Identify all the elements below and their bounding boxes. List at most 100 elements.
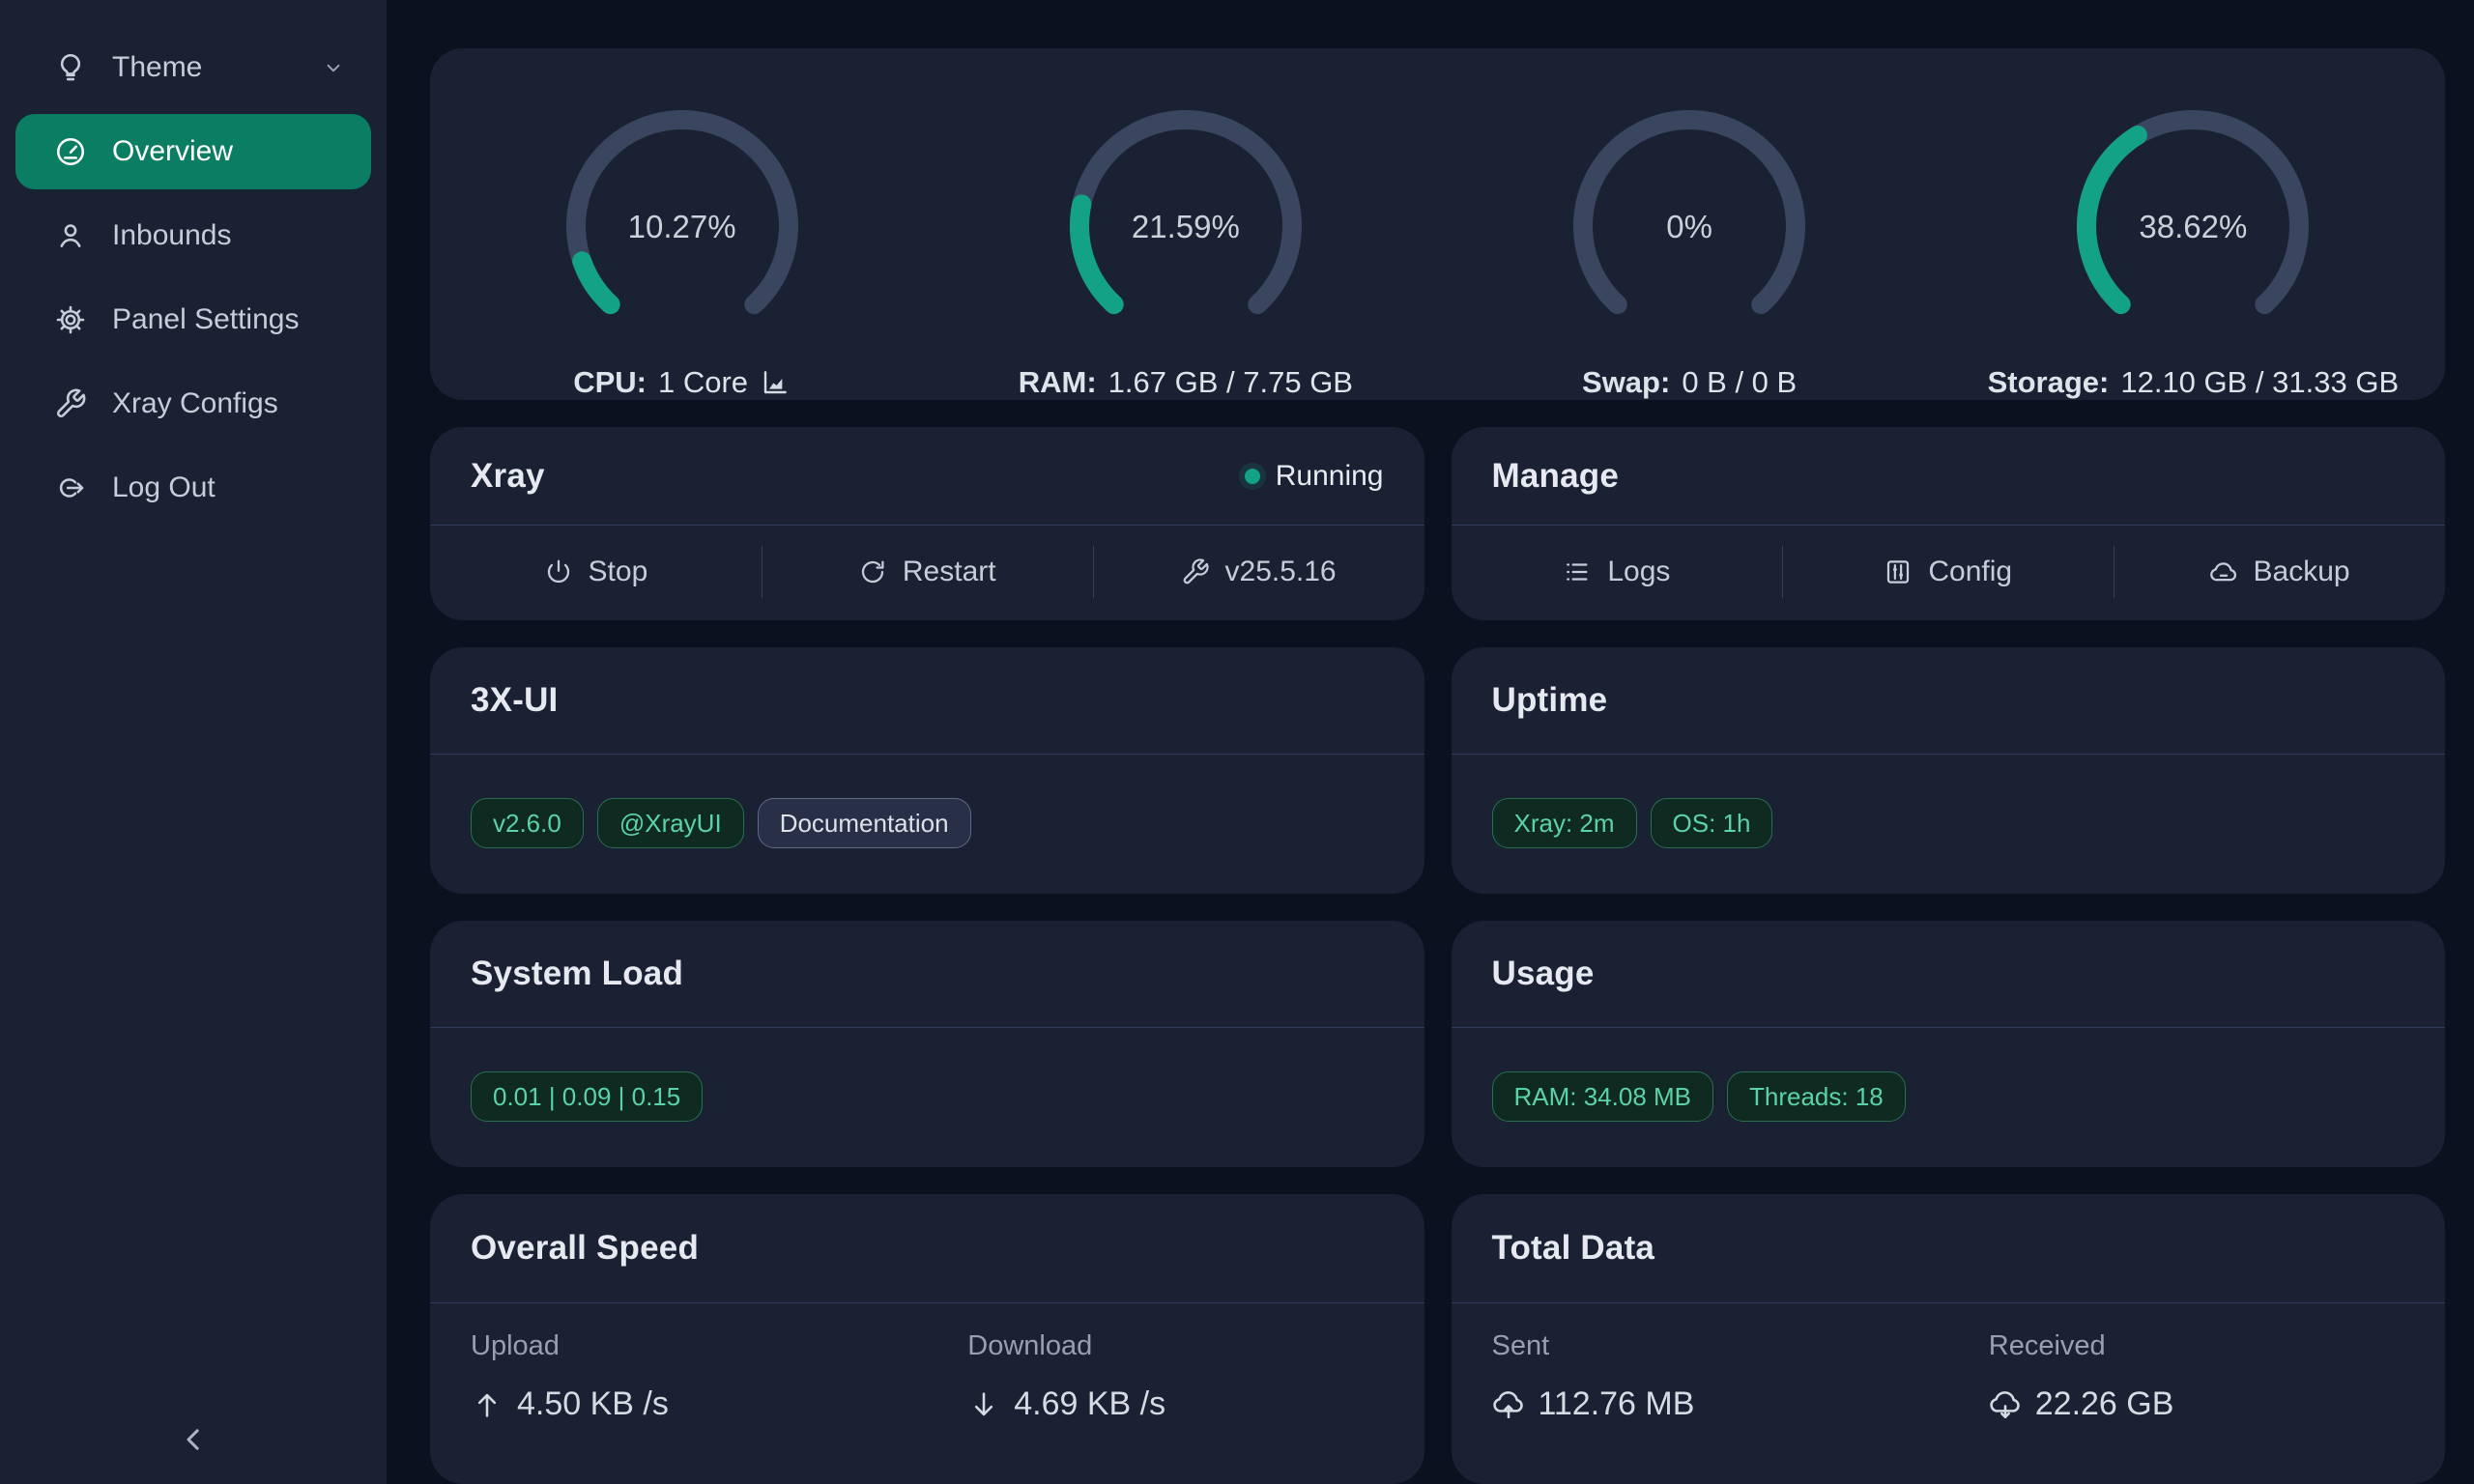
sidebar-item-label: Theme: [112, 51, 202, 84]
tag-list: v2.6.0 @XrayUI Documentation: [430, 755, 1424, 892]
cloud-up-icon: [1492, 1388, 1525, 1421]
stat-value: 22.26 GB: [1989, 1385, 2445, 1423]
gauge-percent: 21.59%: [1065, 209, 1307, 245]
gauge-icon: [54, 135, 87, 168]
3x-ui-card: 3X-UI v2.6.0 @XrayUI Documentation: [430, 647, 1424, 894]
stats-row: Overall Speed Upload4.50 KB /s Download 4.6…: [430, 1194, 2445, 1484]
stat-value-text: 112.76 MB: [1539, 1385, 1695, 1423]
action-label: Logs: [1607, 556, 1670, 588]
stop-button[interactable]: Stop: [430, 526, 762, 618]
gauge-label-prefix: Swap:: [1582, 365, 1670, 400]
xray-card-title: Xray: [471, 457, 545, 496]
sidebar-item-label: Inbounds: [112, 219, 231, 252]
system-gauges-card: 10.27% CPU: 1 Core 21.59% RAM:1.67 GB / 7.75…: [430, 48, 2445, 400]
system-load-card: System Load 0.01 | 0.09 | 0.15: [430, 921, 1424, 1167]
tag-documentation[interactable]: Documentation: [758, 798, 971, 848]
gauge-label-value: 12.10 GB / 31.33 GB: [2120, 365, 2399, 400]
restart-icon: [858, 557, 887, 586]
v25-5-16-button[interactable]: v25.5.16: [1093, 526, 1424, 618]
stat-value-text: 4.50 KB /s: [517, 1385, 669, 1423]
chevron-down-icon: [321, 55, 346, 80]
restart-button[interactable]: Restart: [762, 526, 1093, 618]
action-label: Restart: [903, 556, 996, 588]
gauge-label-prefix: CPU:: [573, 365, 647, 400]
sidebar-item-xray-configs[interactable]: Xray Configs: [15, 366, 371, 442]
gauge-ring: 38.62%: [2072, 108, 2314, 332]
info-card-rows: 3X-UI v2.6.0 @XrayUI Documentation Uptime Xra…: [430, 647, 2445, 1167]
card-header: Total Data: [1452, 1194, 2446, 1303]
sidebar-item-theme[interactable]: Theme: [15, 30, 371, 105]
system-load-card-title: System Load: [471, 955, 683, 993]
tag-list: 0.01 | 0.09 | 0.15: [430, 1028, 1424, 1165]
tag-xrayui[interactable]: @XrayUI: [597, 798, 744, 848]
overall-speed-card: Overall Speed Upload4.50 KB /s Download 4.6…: [430, 1194, 1424, 1484]
sidebar-item-inbounds[interactable]: Inbounds: [15, 198, 371, 273]
stat-label: Received: [1989, 1330, 2445, 1362]
gauge-ring: 10.27%: [561, 108, 803, 332]
gauge-label: Storage: 12.10 GB / 31.33 GB: [1988, 365, 2400, 400]
sidebar-item-label: Log Out: [112, 471, 216, 504]
sidebar-item-label: Xray Configs: [112, 387, 278, 420]
logs-button[interactable]: Logs: [1452, 526, 1783, 618]
gauge-label: Swap: 0 B / 0 B: [1582, 365, 1797, 400]
action-label: Backup: [2254, 556, 2350, 588]
sidebar-collapse-button[interactable]: [174, 1420, 213, 1459]
sidebar-menu: Theme Overview Inbounds Panel Settings Xray …: [0, 30, 387, 526]
xray-actions: Stop Restart v25.5.16: [430, 526, 1424, 618]
service-row: Xray Running StopRestartv25.5.16 Manage …: [430, 427, 2445, 620]
sidebar-item-label: Panel Settings: [112, 303, 299, 336]
gauge-ring: 0%: [1568, 108, 1810, 332]
tag-list: RAM: 34.08 MB Threads: 18: [1452, 1028, 2446, 1165]
stat-value: 4.69 KB /s: [967, 1385, 1424, 1423]
running-dot-icon: [1245, 469, 1260, 484]
overall-speed-card-title: Overall Speed: [471, 1229, 699, 1268]
bulb-icon: [54, 51, 87, 84]
cloud-down-icon: [1989, 1388, 2022, 1421]
arrow-down-icon: [967, 1388, 1000, 1421]
tag-threads-18: Threads: 18: [1727, 1071, 1906, 1122]
sidebar-item-panel-settings[interactable]: Panel Settings: [15, 282, 371, 357]
cloud-icon: [2209, 557, 2238, 586]
gauge-label-value: 0 B / 0 B: [1682, 365, 1797, 400]
wrench-icon: [54, 387, 87, 420]
sidebar-item-log-out[interactable]: Log Out: [15, 450, 371, 526]
tag-v2-6-0[interactable]: v2.6.0: [471, 798, 584, 848]
gauge-percent: 38.62%: [2072, 209, 2314, 245]
xray-card: Xray Running Stop Restart v25.5.16: [430, 427, 1424, 620]
total-data-card: Total Data Sent 112.76 MB Received 22.26 GB: [1452, 1194, 2446, 1484]
power-icon: [544, 557, 573, 586]
stat-received: Received 22.26 GB: [1948, 1330, 2445, 1423]
stat-download: Download 4.69 KB /s: [927, 1330, 1424, 1423]
main-content: 10.27% CPU: 1 Core 21.59% RAM:1.67 GB / 7.75…: [387, 0, 2474, 1484]
tag-list: Xray: 2mOS: 1h: [1452, 755, 2446, 892]
stat-sent: Sent 112.76 MB: [1452, 1330, 1948, 1423]
usage-card-title: Usage: [1492, 955, 1595, 993]
card-header: Usage: [1452, 921, 2446, 1028]
gauge-label-prefix: Storage:: [1988, 365, 2110, 400]
action-label: Stop: [589, 556, 648, 588]
uptime-card-title: Uptime: [1492, 681, 1608, 720]
gauge-label-value: 1 Core: [658, 365, 748, 400]
gear-icon: [54, 303, 87, 336]
usage-card: Usage RAM: 34.08 MB Threads: 18: [1452, 921, 2446, 1167]
stat-label: Download: [967, 1330, 1424, 1362]
card-header: 3X-UI: [430, 647, 1424, 755]
gauge-storage: 38.62% Storage: 12.10 GB / 31.33 GB: [1942, 108, 2445, 400]
stat-label: Sent: [1492, 1330, 1948, 1362]
gauge-percent: 0%: [1568, 209, 1810, 245]
logout-icon: [54, 471, 87, 504]
area-chart-icon[interactable]: [760, 367, 791, 398]
gauge-label: RAM:1.67 GB / 7.75 GB: [1019, 365, 1353, 400]
manage-card-header: Manage: [1452, 427, 2446, 526]
stat-value: 112.76 MB: [1492, 1385, 1948, 1423]
stat-value-text: 4.69 KB /s: [1014, 1385, 1165, 1423]
config-button[interactable]: Config: [1782, 526, 2114, 618]
xray-card-header: Xray Running: [430, 427, 1424, 526]
wrench-icon: [1181, 557, 1210, 586]
stat-list: Sent 112.76 MB Received 22.26 GB: [1452, 1303, 2446, 1423]
sidebar-item-overview[interactable]: Overview: [15, 114, 371, 189]
backup-button[interactable]: Backup: [2114, 526, 2445, 618]
stat-upload: Upload4.50 KB /s: [430, 1330, 927, 1423]
xray-status-badge: Running: [1245, 460, 1384, 493]
tag-ram-34-08-mb: RAM: 34.08 MB: [1492, 1071, 1714, 1122]
